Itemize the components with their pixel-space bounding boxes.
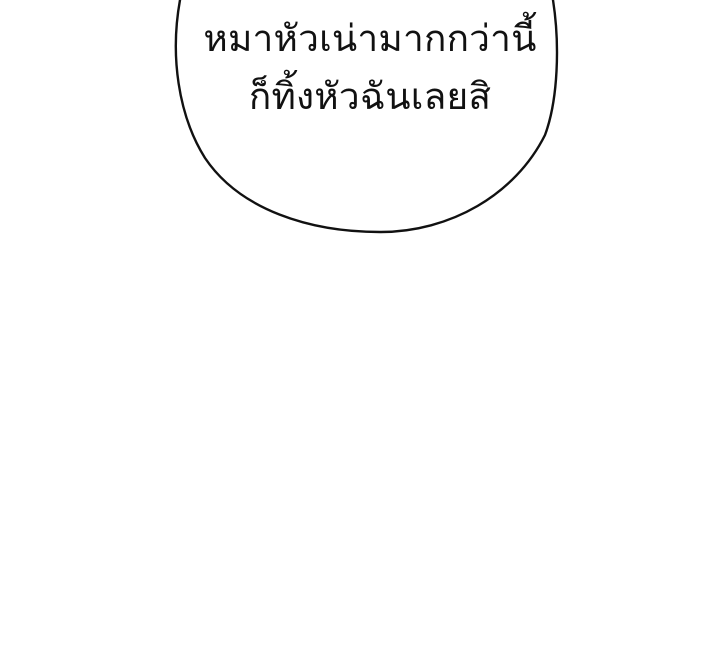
speech-line-2: ก็ทิ้งหัวฉันเลยสิ xyxy=(248,75,492,118)
speech-bubble-text: หมาหัวเน่ามากกว่านี้ ก็ทิ้งหัวฉันเลยสิ xyxy=(180,10,560,126)
comic-panel: หมาหัวเน่ามากกว่านี้ ก็ทิ้งหัวฉันเลยสิ xyxy=(0,0,720,649)
speech-line-1: หมาหัวเน่ามากกว่านี้ xyxy=(203,17,537,60)
